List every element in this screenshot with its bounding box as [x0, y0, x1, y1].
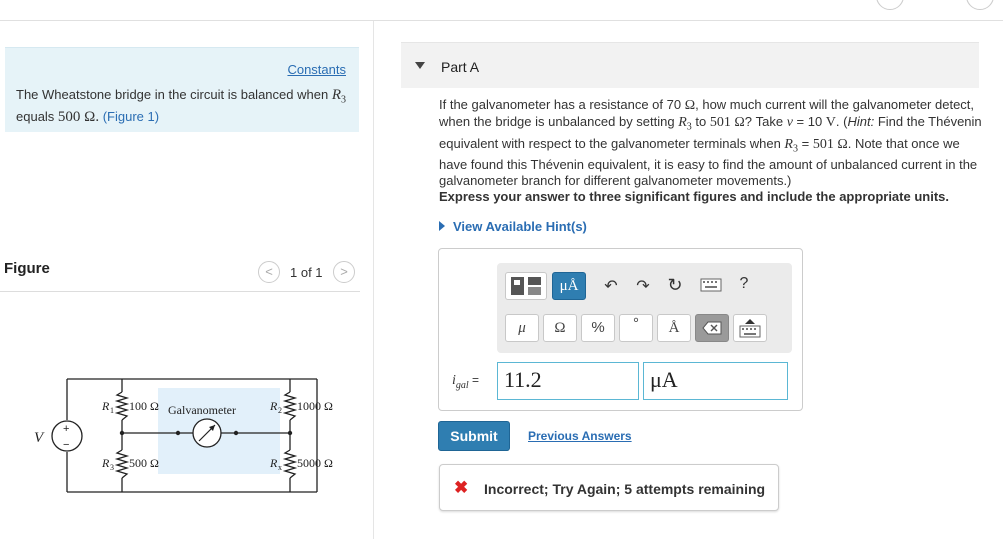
svg-text:3: 3	[110, 463, 114, 472]
top-nav-button[interactable]	[966, 0, 994, 10]
keyboard-icon[interactable]	[699, 278, 723, 297]
backspace-icon	[702, 321, 722, 335]
submit-button[interactable]: Submit	[438, 421, 510, 451]
degree-button[interactable]: °	[619, 314, 653, 342]
svg-text:x: x	[278, 463, 282, 472]
constants-link[interactable]: Constants	[287, 62, 346, 77]
column-divider	[373, 21, 374, 539]
svg-text:Galvanometer: Galvanometer	[168, 403, 236, 417]
wheatstone-bridge-circuit: + − V Galvanometer R 1 100 Ω R 2 1000 Ω …	[34, 378, 333, 493]
unit-input[interactable]: μA	[643, 362, 788, 400]
figure-link[interactable]: (Figure 1)	[103, 109, 159, 124]
templates-icon	[511, 277, 541, 295]
svg-text:100 Ω: 100 Ω	[129, 399, 159, 413]
help-icon[interactable]: ?	[734, 275, 754, 293]
value-input[interactable]: 11.2	[497, 362, 639, 400]
percent-button[interactable]: %	[581, 314, 615, 342]
intro-text: The Wheatstone bridge in the circuit is …	[16, 87, 346, 125]
part-title: Part A	[441, 59, 480, 75]
mu-button[interactable]: μ	[505, 314, 539, 342]
svg-text:1: 1	[110, 406, 114, 415]
part-a-header[interactable]: Part A	[401, 42, 979, 88]
feedback-message: ✖ Incorrect; Try Again; 5 attempts remai…	[439, 464, 779, 511]
resistor-r1	[114, 391, 130, 421]
svg-text:5000 Ω: 5000 Ω	[297, 456, 333, 470]
answer-panel: μÅ ↶ ↷ ↻ ? μ Ω % ° Å igal = 11.2 μA	[438, 248, 803, 411]
top-nav-button[interactable]	[876, 0, 904, 10]
redo-icon[interactable]: ↷	[633, 276, 653, 296]
keyboard-shape	[700, 278, 722, 292]
top-divider	[0, 20, 1003, 21]
backspace-button[interactable]	[695, 314, 729, 342]
keyboard-up-icon	[739, 319, 761, 338]
resistor-rx	[282, 449, 298, 479]
templates-button[interactable]	[505, 272, 547, 300]
units-button[interactable]: μÅ	[552, 272, 586, 300]
math-toolbar: μÅ ↶ ↷ ↻ ? μ Ω % ° Å	[497, 263, 792, 353]
ohm-button[interactable]: Ω	[543, 314, 577, 342]
prev-figure-button[interactable]: <	[258, 261, 280, 283]
feedback-text: Incorrect; Try Again; 5 attempts remaini…	[484, 481, 766, 497]
angstrom-button[interactable]: Å	[657, 314, 691, 342]
collapse-triangle-icon[interactable]	[415, 62, 425, 69]
svg-text:2: 2	[278, 406, 282, 415]
previous-answers-link[interactable]: Previous Answers	[528, 429, 632, 443]
svg-text:R: R	[101, 399, 110, 413]
svg-text:1000 Ω: 1000 Ω	[297, 399, 333, 413]
question-text: If the galvanometer has a resistance of …	[439, 97, 982, 189]
undo-icon[interactable]: ↶	[601, 276, 621, 296]
resistor-r3	[114, 449, 130, 479]
svg-text:R: R	[269, 399, 278, 413]
svg-text:R: R	[269, 456, 278, 470]
resistor-r2	[282, 391, 298, 421]
reset-icon[interactable]: ↻	[665, 275, 685, 296]
figure-divider	[0, 291, 360, 292]
svg-text:−: −	[63, 439, 69, 451]
view-hints-link[interactable]: View Available Hint(s)	[439, 219, 587, 234]
expand-triangle-icon	[439, 221, 445, 231]
keyboard-toggle-button[interactable]	[733, 314, 767, 342]
answer-instruction: Express your answer to three significant…	[439, 189, 949, 204]
figure-heading: Figure	[4, 260, 50, 277]
svg-text:V: V	[34, 430, 45, 446]
next-figure-button[interactable]: >	[333, 261, 355, 283]
incorrect-x-icon: ✖	[454, 478, 469, 497]
svg-text:R: R	[101, 456, 110, 470]
answer-variable-label: igal =	[452, 373, 480, 391]
figure-pager: 1 of 1	[290, 265, 323, 280]
svg-text:500 Ω: 500 Ω	[129, 456, 159, 470]
problem-intro: Constants The Wheatstone bridge in the c…	[5, 47, 359, 132]
svg-text:+: +	[63, 423, 69, 435]
